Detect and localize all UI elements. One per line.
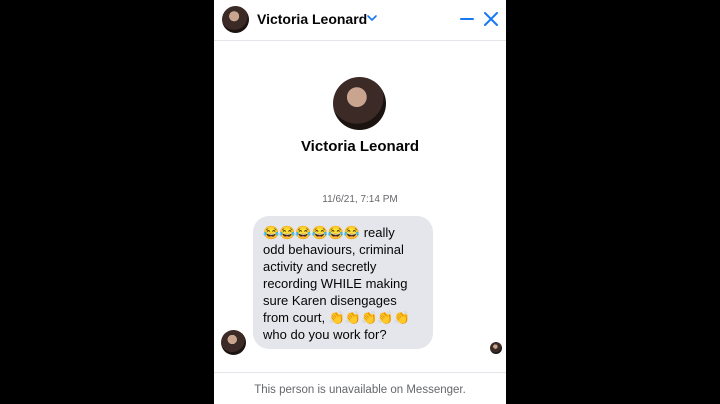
unavailable-notice: This person is unavailable on Messenger. bbox=[254, 384, 466, 396]
message-bubble[interactable]: 😂😂😂😂😂😂 really odd behaviours, criminal a… bbox=[253, 216, 433, 349]
profile-name: Victoria Leonard bbox=[300, 138, 420, 155]
read-receipt-avatar bbox=[490, 342, 502, 354]
profile-avatar[interactable] bbox=[333, 77, 386, 130]
contact-avatar[interactable] bbox=[222, 6, 249, 33]
chat-header: Victoria Leonard bbox=[214, 0, 506, 41]
sender-avatar[interactable] bbox=[221, 330, 246, 355]
chat-footer: This person is unavailable on Messenger. bbox=[214, 372, 506, 404]
minimize-icon[interactable] bbox=[459, 10, 475, 28]
close-icon[interactable] bbox=[483, 10, 499, 28]
message-text: 😂😂😂😂😂😂 really odd behaviours, criminal a… bbox=[263, 225, 410, 342]
message-timestamp: 11/6/21, 7:14 PM bbox=[322, 194, 398, 205]
chevron-down-icon[interactable] bbox=[366, 12, 378, 24]
chat-window: Victoria Leonard Victoria Leonard 11/6/2… bbox=[214, 0, 506, 404]
contact-name[interactable]: Victoria Leonard bbox=[257, 11, 367, 27]
